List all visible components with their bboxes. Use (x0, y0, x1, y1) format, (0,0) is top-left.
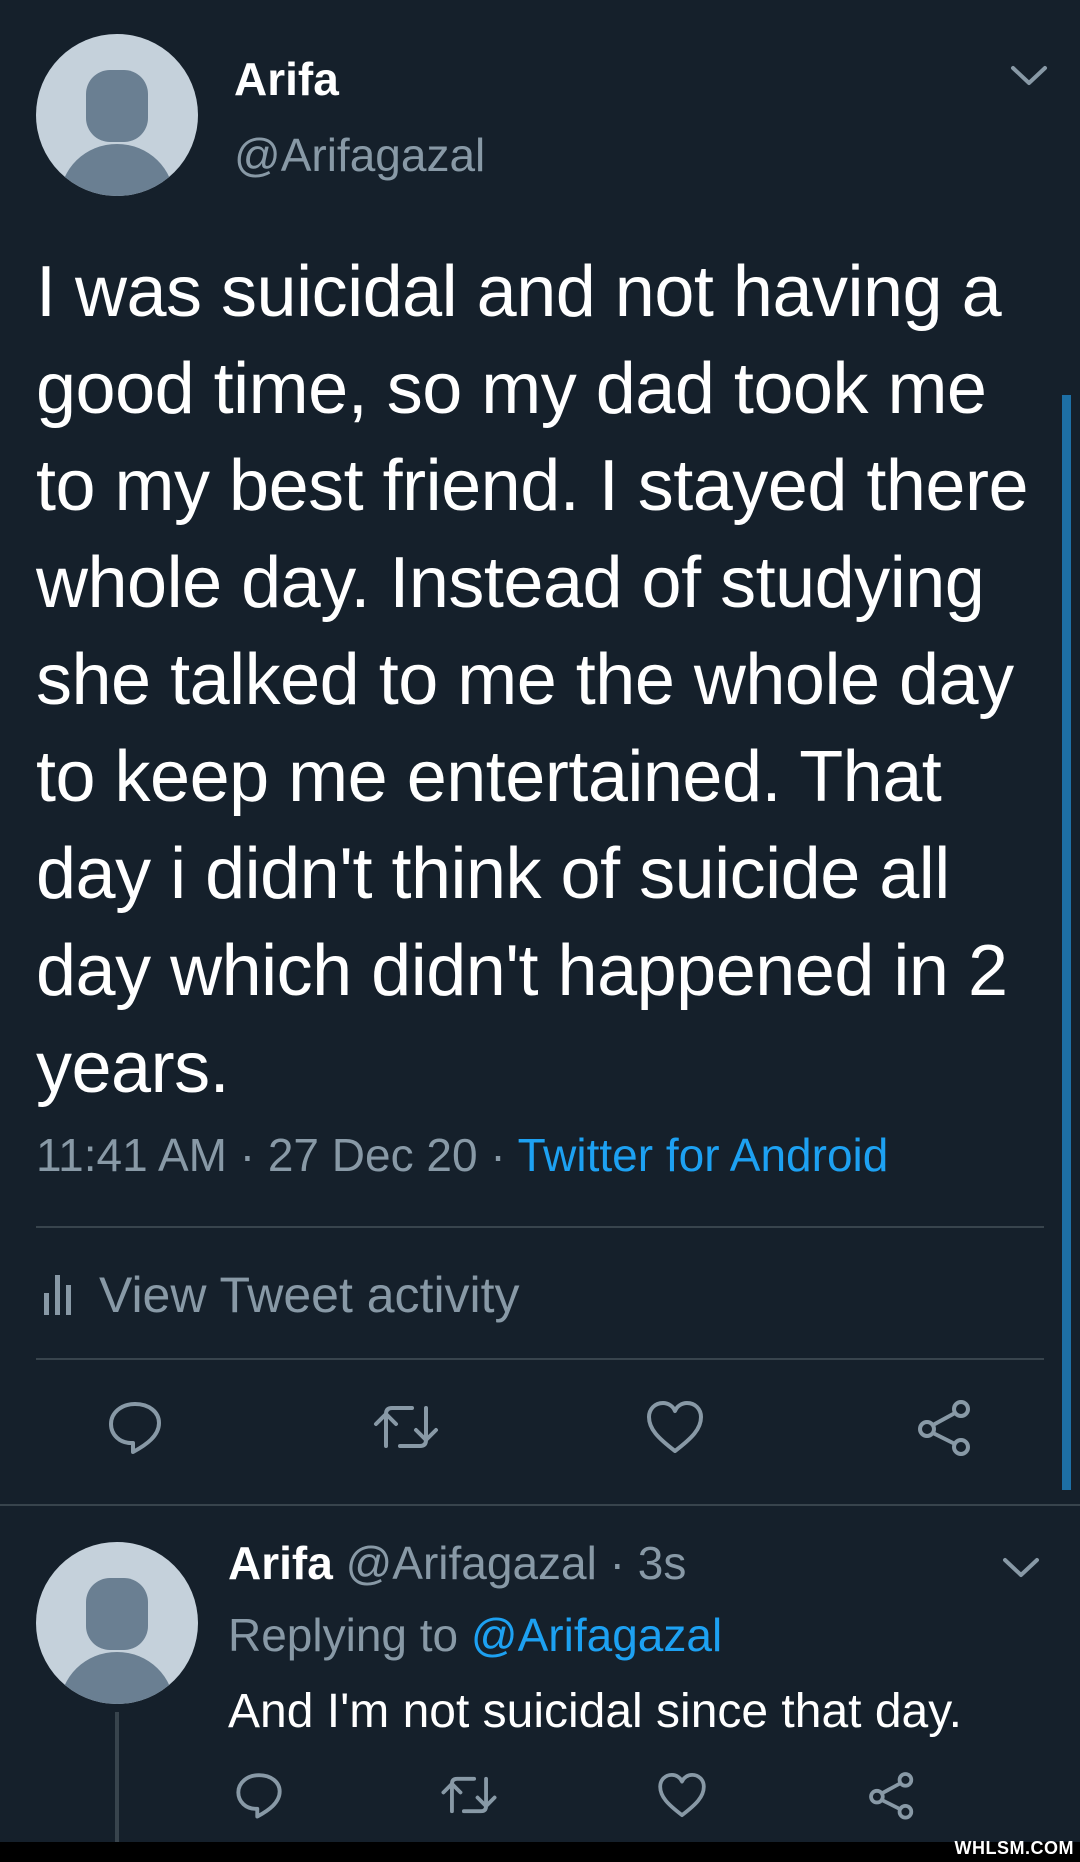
chevron-down-icon[interactable] (1002, 1556, 1040, 1580)
section-divider (0, 1504, 1080, 1506)
activity-label: View Tweet activity (99, 1267, 520, 1323)
author-handle[interactable]: @Arifagazal (234, 128, 485, 182)
avatar-head-shape (86, 1578, 148, 1650)
divider (36, 1358, 1044, 1360)
tweet-text: I was suicidal and not having a good tim… (36, 252, 1048, 1108)
reply-author-name[interactable]: Arifa (228, 1537, 333, 1589)
reply-icon[interactable] (234, 1770, 284, 1820)
tweet-actions (0, 1398, 1080, 1468)
tweet-source-link[interactable]: Twitter for Android (518, 1129, 889, 1181)
divider (36, 1226, 1044, 1228)
replying-to: Replying to @Arifagazal (228, 1608, 722, 1662)
watermark: WHLSM.COM (954, 1838, 1074, 1858)
reply-age: 3s (637, 1537, 687, 1589)
retweet-icon[interactable] (372, 1398, 440, 1456)
share-icon[interactable] (866, 1770, 918, 1820)
bottom-bar (0, 1842, 1080, 1862)
chevron-down-icon[interactable] (1010, 64, 1048, 88)
reply-icon[interactable] (106, 1398, 164, 1456)
like-icon[interactable] (644, 1398, 706, 1456)
bar-chart-icon (44, 1275, 71, 1315)
tweet-date: 27 Dec 20 (267, 1129, 478, 1181)
view-tweet-activity-button[interactable]: View Tweet activity (44, 1266, 520, 1324)
share-icon[interactable] (914, 1398, 976, 1456)
reply-header: Arifa @Arifagazal · 3s (228, 1536, 686, 1590)
reply-text: And I'm not suicidal since that day. (228, 1685, 962, 1738)
replying-prefix: Replying to (228, 1609, 471, 1661)
meta-separator: · (226, 1129, 268, 1181)
tweet-meta: 11:41 AM · 27 Dec 20 · Twitter for Andro… (36, 1128, 888, 1182)
meta-separator: · (477, 1129, 518, 1181)
avatar[interactable] (36, 34, 198, 196)
reply-actions (0, 1770, 1080, 1830)
avatar-body-shape (60, 1652, 174, 1704)
main-tweet: Arifa @Arifagazal I was suicidal and not… (0, 0, 1080, 1506)
retweet-icon[interactable] (440, 1770, 498, 1820)
reply-author-handle[interactable]: @Arifagazal (346, 1537, 597, 1589)
avatar-head-shape (86, 70, 148, 142)
author-name[interactable]: Arifa (234, 52, 339, 106)
reply-avatar[interactable] (36, 1542, 198, 1704)
like-icon[interactable] (656, 1770, 708, 1820)
meta-separator: · (596, 1537, 638, 1589)
avatar-body-shape (60, 144, 174, 196)
scroll-indicator[interactable] (1062, 395, 1071, 1490)
replying-mention-link[interactable]: @Arifagazal (471, 1609, 722, 1661)
tweet-time: 11:41 AM (36, 1129, 227, 1181)
